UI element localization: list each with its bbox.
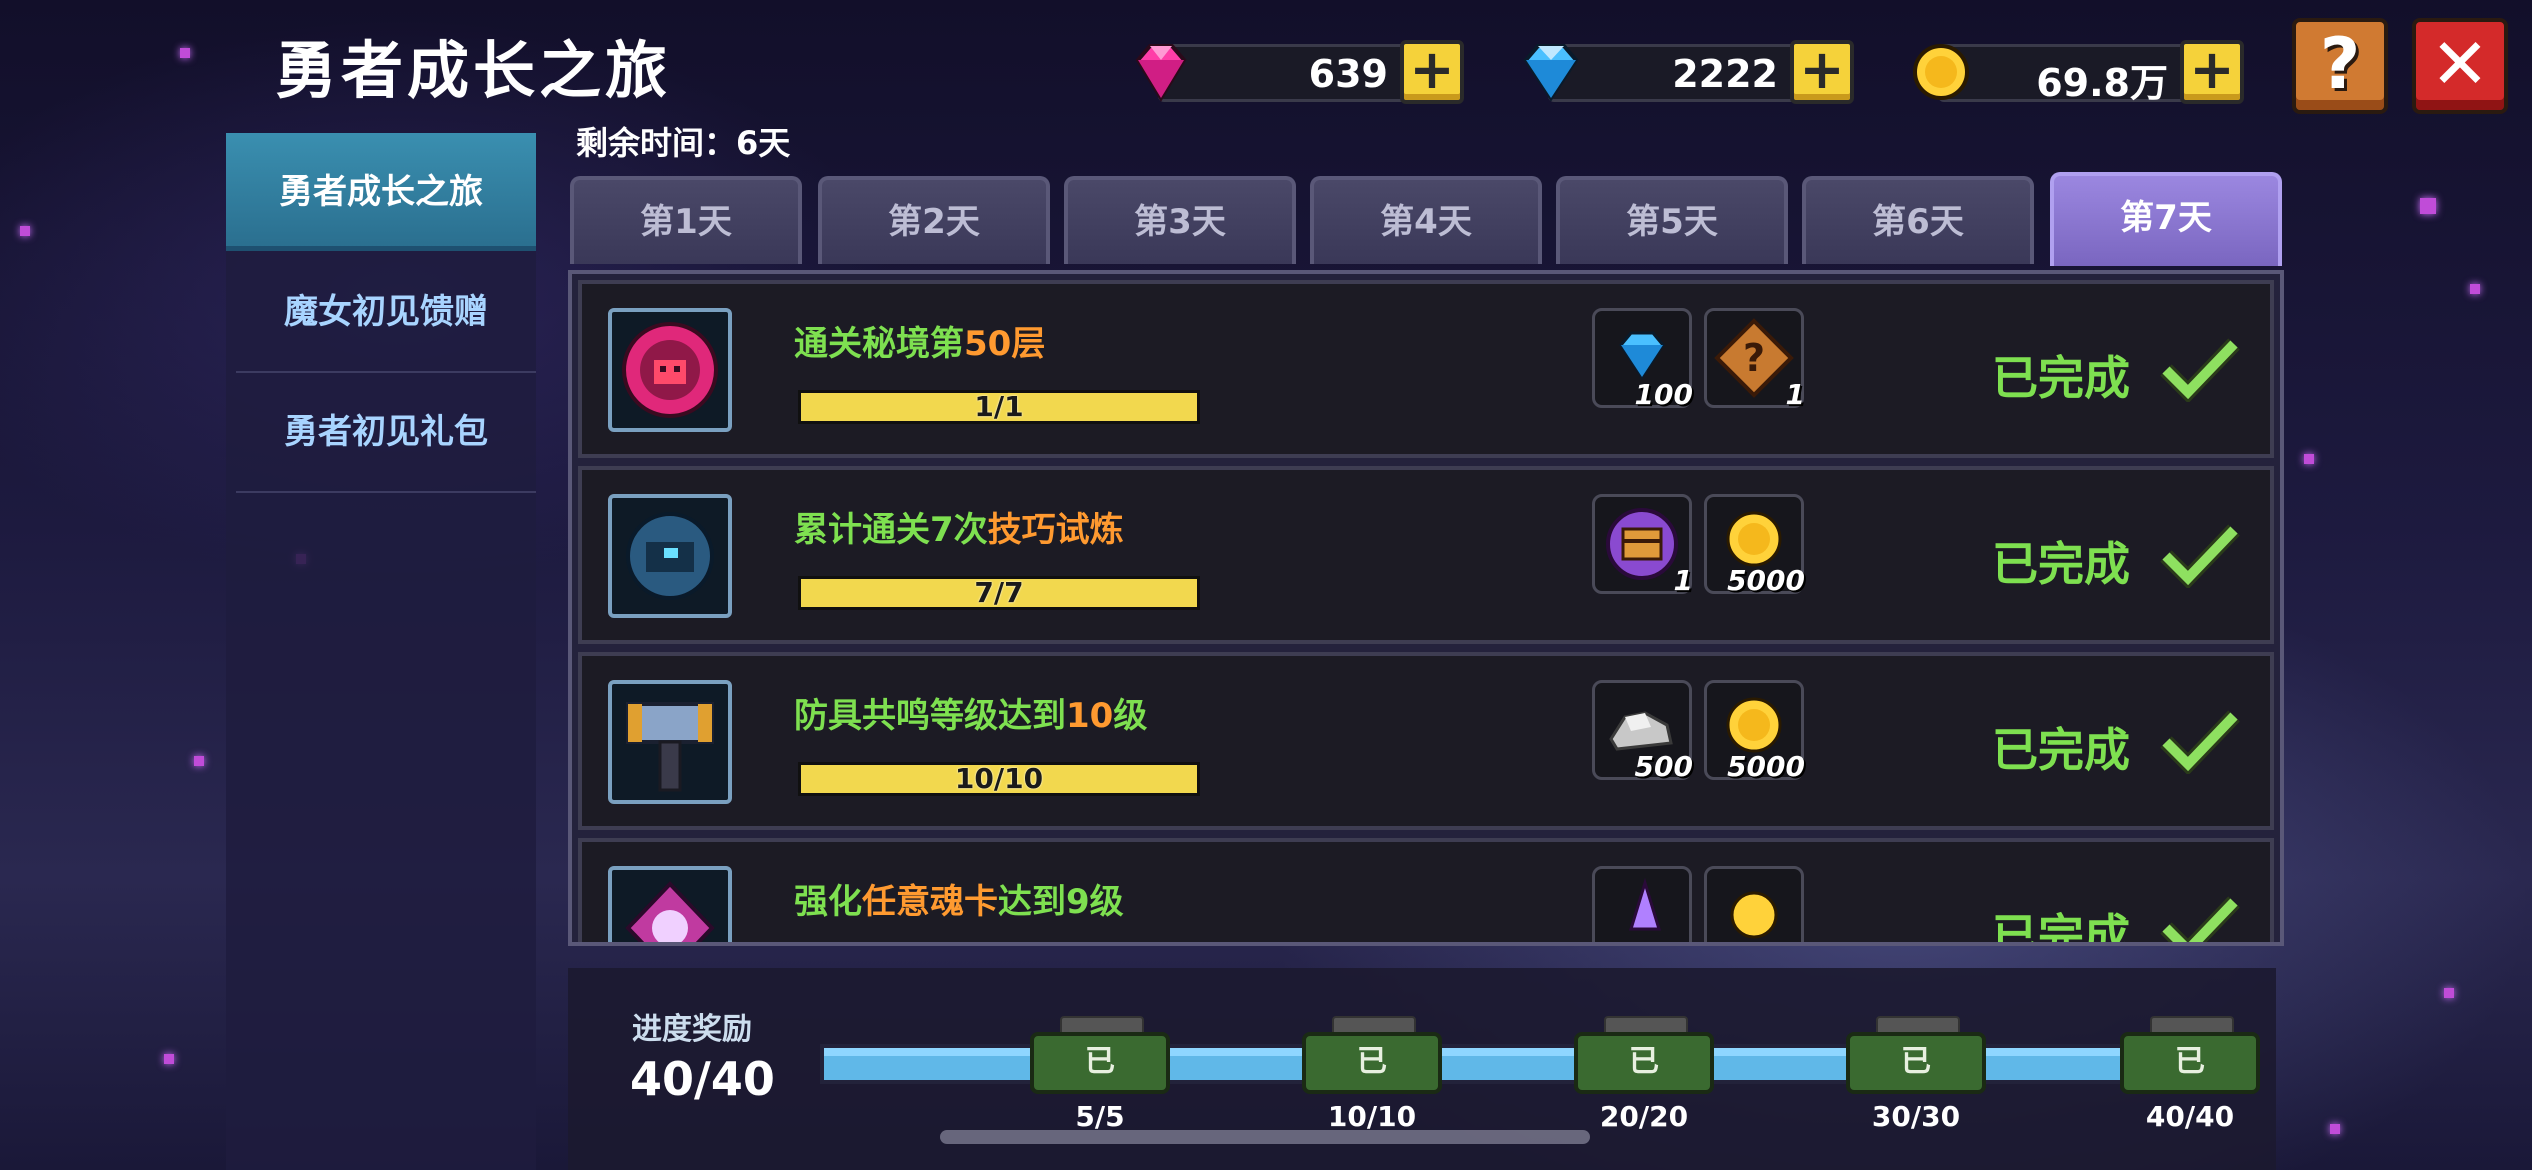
task-status: 已完成 — [1992, 909, 2130, 946]
add-diamonds-button[interactable]: + — [1790, 40, 1854, 104]
tab-day-4[interactable]: 第4天 — [1310, 176, 1542, 264]
progress-reward-label: 进度奖励 — [632, 1012, 752, 1047]
secret-realm-icon — [608, 308, 732, 432]
task-status: 已完成 — [1992, 351, 2130, 405]
task-row: 强化任意魂卡达到9级 已完成 — [578, 838, 2274, 946]
milestone-chest-5[interactable]: 已 — [1030, 1032, 1170, 1094]
gem-currency: 639 + — [1128, 36, 1468, 104]
add-gems-button[interactable]: + — [1400, 40, 1464, 104]
task-description: 强化任意魂卡达到9级 — [794, 882, 1124, 922]
reward-mystery-box[interactable]: ? 1 — [1704, 308, 1805, 411]
star-decoration — [180, 48, 190, 58]
task-row: 防具共鸣等级达到10级 10/10 500 5000 已完成 — [578, 652, 2274, 830]
milestone-chest-30[interactable]: 已 — [1846, 1032, 1986, 1094]
milestone-label: 10/10 — [1327, 1100, 1417, 1133]
gem-amount: 639 — [1308, 52, 1388, 96]
milestone-label: 20/20 — [1599, 1100, 1689, 1133]
close-button[interactable]: ✕ — [2412, 18, 2508, 114]
reward-gold[interactable] — [1704, 866, 1804, 942]
home-indicator — [940, 1130, 1590, 1144]
task-progress-bar: 1/1 — [798, 390, 1200, 424]
task-progress-bar: 7/7 — [798, 576, 1200, 610]
tab-day-3[interactable]: 第3天 — [1064, 176, 1296, 264]
diamond-currency: 2222 + — [1518, 36, 1858, 104]
skill-trial-icon — [608, 494, 732, 618]
soul-card-icon — [608, 866, 732, 942]
task-description: 通关秘境第50层 — [794, 324, 1046, 364]
remaining-time: 剩余时间：6天 — [576, 124, 791, 162]
gold-coin-icon — [1730, 891, 1778, 939]
tab-day-2[interactable]: 第2天 — [818, 176, 1050, 264]
tab-day-1[interactable]: 第1天 — [570, 176, 802, 264]
milestone-chest-40[interactable]: 已 — [2120, 1032, 2260, 1094]
reward-gold[interactable]: 5000 — [1704, 494, 1805, 597]
milestone-label: 5/5 — [1075, 1100, 1125, 1133]
task-status: 已完成 — [1992, 537, 2130, 591]
sidebar: 勇者成长之旅 魔女初见馈赠 勇者初见礼包 — [226, 133, 536, 1170]
diamond-amount: 2222 — [1672, 52, 1778, 96]
reward-crystal[interactable] — [1592, 866, 1692, 942]
checkmark-icon — [2160, 710, 2240, 774]
reward-count: 500 — [1634, 750, 1693, 783]
add-gold-button[interactable]: + — [2180, 40, 2244, 104]
reward-count: 100 — [1634, 378, 1693, 411]
reward-count: 5000 — [1727, 564, 1805, 597]
task-status: 已完成 — [1992, 723, 2130, 777]
reward-count: 1 — [1673, 564, 1693, 597]
sidebar-item-witch-gift[interactable]: 魔女初见馈赠 — [236, 253, 536, 373]
reward-gold[interactable]: 5000 — [1704, 680, 1805, 783]
sidebar-item-hero-journey[interactable]: 勇者成长之旅 — [226, 133, 536, 251]
reward-count: 5000 — [1727, 750, 1805, 783]
milestone-label: 30/30 — [1871, 1100, 1961, 1133]
blue-diamond-icon — [1523, 44, 1579, 102]
star-decoration — [2470, 284, 2480, 294]
star-decoration — [20, 226, 30, 236]
sidebar-item-hero-pack[interactable]: 勇者初见礼包 — [236, 373, 536, 493]
task-progress-text: 1/1 — [974, 390, 1024, 423]
help-button[interactable]: ? — [2292, 18, 2388, 114]
star-decoration — [194, 756, 204, 766]
reward-ore[interactable]: 500 — [1592, 680, 1693, 783]
milestone-label: 40/40 — [2145, 1100, 2235, 1133]
checkmark-icon — [2160, 896, 2240, 942]
star-decoration — [2304, 454, 2314, 464]
gold-amount: 69.8万 — [2036, 61, 2168, 105]
tab-day-5[interactable]: 第5天 — [1556, 176, 1788, 264]
task-progress-text: 10/10 — [954, 762, 1044, 795]
star-decoration — [164, 1054, 174, 1064]
task-row: 通关秘境第50层 1/1 100 ? 1 已完成 — [578, 280, 2274, 458]
checkmark-icon — [2160, 338, 2240, 402]
reward-chest[interactable]: 1 — [1592, 494, 1693, 597]
reward-diamond[interactable]: 100 — [1592, 308, 1693, 411]
checkmark-icon — [2160, 524, 2240, 588]
crystal-icon — [1628, 877, 1662, 931]
milestone-chest-20[interactable]: 已 — [1574, 1032, 1714, 1094]
hammer-icon — [608, 680, 732, 804]
page-title: 勇者成长之旅 — [275, 34, 672, 107]
task-description: 累计通关7次技巧试炼 — [794, 510, 1124, 550]
star-decoration — [2330, 1124, 2340, 1134]
milestone-chest-10[interactable]: 已 — [1302, 1032, 1442, 1094]
star-decoration — [2420, 198, 2436, 214]
task-progress-text: 7/7 — [974, 576, 1024, 609]
task-row: 累计通关7次技巧试炼 7/7 1 5000 已完成 — [578, 466, 2274, 644]
star-decoration — [2444, 988, 2454, 998]
pink-gem-icon — [1135, 44, 1187, 102]
reward-count: 1 — [1785, 378, 1805, 411]
task-progress-bar: 10/10 — [798, 762, 1200, 796]
progress-reward-count: 40/40 — [630, 1052, 775, 1106]
gold-coin-icon — [1913, 44, 1969, 100]
task-description: 防具共鸣等级达到10级 — [794, 696, 1148, 736]
gold-currency: 69.8万 + — [1908, 36, 2248, 105]
task-list[interactable]: 通关秘境第50层 1/1 100 ? 1 已完成 累计通关7次技巧试炼 7/7 … — [568, 270, 2284, 946]
svg-text:?: ? — [1743, 336, 1765, 380]
tab-day-6[interactable]: 第6天 — [1802, 176, 2034, 264]
tab-day-7[interactable]: 第7天 — [2050, 172, 2282, 266]
